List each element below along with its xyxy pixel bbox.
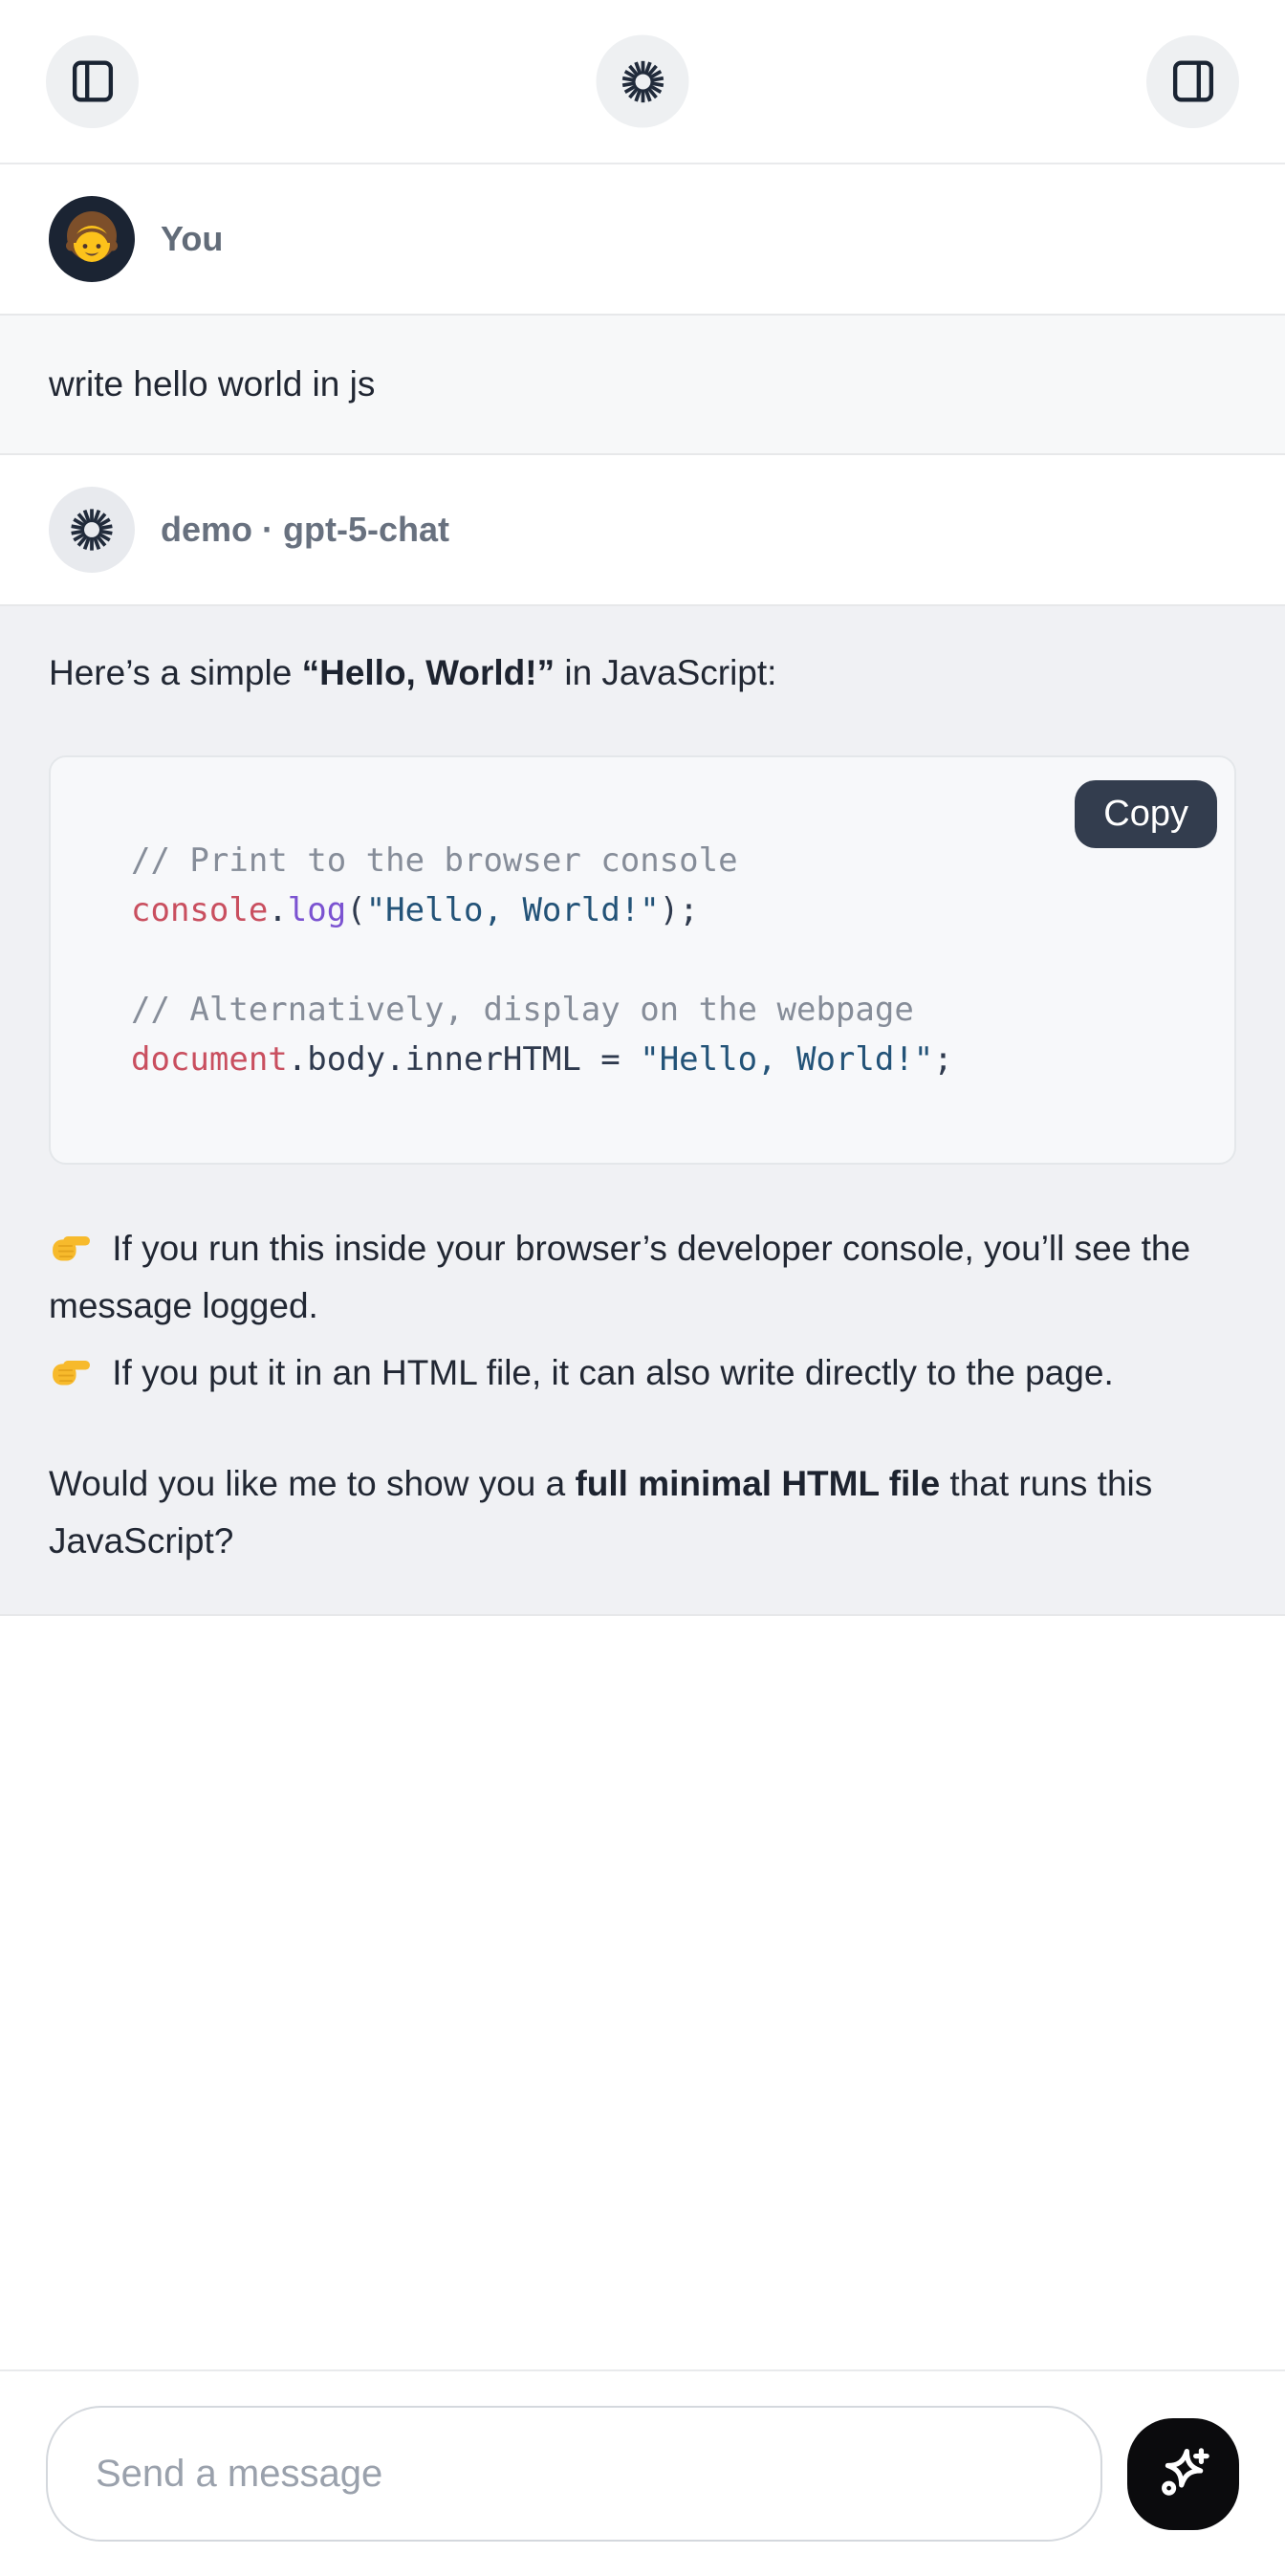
send-button[interactable] [1127,2418,1239,2530]
message-input[interactable] [46,2406,1102,2542]
user-message-text: write hello world in js [49,356,1236,413]
starburst-icon [619,57,666,105]
starburst-icon [68,506,116,554]
assistant-model-label: demo · gpt-5-chat [161,510,449,550]
user-author-label: You [161,219,223,259]
sidebar-toggle-button[interactable] [46,35,139,128]
code-line [131,935,1196,985]
pointing-right-emoji [49,1225,93,1263]
user-avatar [49,196,135,282]
assistant-intro: Here’s a simple “Hello, World!” in JavaS… [49,644,1236,702]
code-block: Copy // Print to the browser consolecons… [49,755,1236,1165]
user-author-row: You [0,164,1285,314]
sparkle-plus-icon [1152,2442,1215,2505]
code-line: document.body.innerHTML = "Hello, World!… [131,1035,1196,1084]
copy-button[interactable]: Copy [1075,780,1217,848]
code-line: console.log("Hello, World!"); [131,885,1196,935]
panel-right-icon [1165,54,1221,109]
panel-left-icon [65,54,120,109]
empty-scroll-area [0,1616,1285,2369]
right-panel-toggle-button[interactable] [1146,35,1239,128]
code-content: // Print to the browser consoleconsole.l… [51,757,1234,1163]
code-line: // Alternatively, display on the webpage [131,985,1196,1035]
assistant-author-row: demo · gpt-5-chat [0,455,1285,604]
assistant-outro: Would you like me to show you a full min… [49,1455,1236,1570]
person-emoji [49,196,135,282]
assistant-tip-line: If you put it in an HTML file, it can al… [49,1344,1236,1402]
user-turn: You write hello world in js [0,164,1285,455]
assistant-avatar [49,487,135,573]
assistant-message-band: Here’s a simple “Hello, World!” in JavaS… [0,604,1285,1616]
code-line: // Print to the browser console [131,836,1196,885]
model-starburst-button[interactable] [597,35,689,128]
assistant-tip-line: If you run this inside your browser’s de… [49,1220,1236,1335]
pointing-right-emoji [49,1349,93,1387]
chat-app: You write hello world in js demo · gpt-5… [0,0,1285,2576]
user-message-band: write hello world in js [0,314,1285,455]
assistant-turn: demo · gpt-5-chat Here’s a simple “Hello… [0,455,1285,1616]
assistant-tips: If you run this inside your browser’s de… [49,1220,1236,1402]
composer-bar [0,2369,1285,2576]
top-bar [0,0,1285,164]
